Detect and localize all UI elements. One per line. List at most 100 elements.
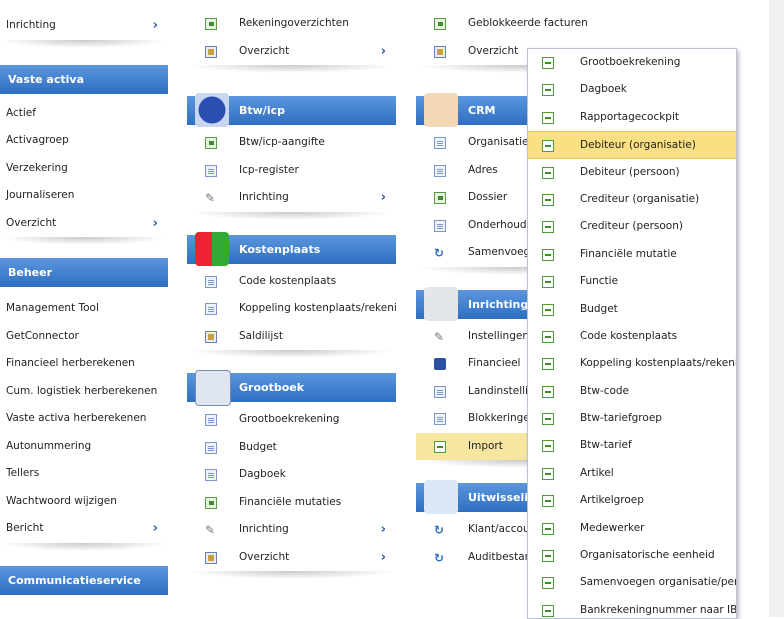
submenu-item-grootboekrekening[interactable]: Grootboekrekening [528, 49, 736, 76]
menu-item-overzicht[interactable]: Overzicht › [187, 544, 396, 572]
overview-icon [434, 45, 446, 58]
import-icon [542, 140, 554, 153]
menu-item-overzicht[interactable]: Overzicht › [0, 210, 168, 238]
import-submenu: Grootboekrekening Dagboek Rapportagecock… [527, 48, 737, 619]
submenu-item-btw-tariefgroep[interactable]: Btw-tariefgroep [528, 405, 736, 432]
menu-item-autonummering[interactable]: Autonummering [0, 433, 168, 461]
menu-item-budget[interactable]: Budget [187, 434, 396, 462]
import-icon [542, 522, 554, 535]
import-icon [542, 550, 554, 563]
section-header-communicatieservice: Communicatieservice [0, 565, 168, 595]
section-shadow [187, 65, 396, 73]
menu-item-activagroep[interactable]: Activagroep [0, 127, 168, 155]
menu-item-getconnector[interactable]: GetConnector [0, 323, 168, 351]
chevron-right-icon: › [152, 521, 158, 536]
submenu-item-artikelgroep[interactable]: Artikelgroep [528, 487, 736, 514]
chevron-right-icon: › [152, 215, 158, 231]
wrench-icon: ✎ [434, 329, 445, 344]
menu-item-financieel-herberekenen[interactable]: Financieel herberekenen [0, 350, 168, 378]
overview-icon [205, 330, 217, 343]
import-icon [542, 193, 554, 206]
menu-item-koppeling-kostenplaats[interactable]: Koppeling kostenplaats/rekening [187, 295, 396, 323]
merge-icon: ↻ [434, 246, 445, 260]
menu-item-bericht[interactable]: Bericht › [0, 515, 168, 543]
menu-item-inrichting[interactable]: ✎ Inrichting › [187, 516, 396, 544]
menu-item-vaste-activa-herberekenen[interactable]: Vaste activa herberekenen [0, 405, 168, 433]
submenu-item-financiele-mutatie[interactable]: Financiële mutatie [528, 241, 736, 268]
section-shadow [187, 571, 396, 579]
section-shadow [187, 211, 396, 220]
submenu-item-functie[interactable]: Functie [528, 268, 736, 295]
import-icon [542, 248, 554, 261]
menu-item-dagboek[interactable]: Dagboek [187, 461, 396, 489]
menu-item-saldilijst[interactable]: Saldilijst [187, 323, 396, 351]
menu-item-overzicht[interactable]: Overzicht › [187, 38, 396, 66]
submenu-item-dagboek[interactable]: Dagboek [528, 76, 736, 103]
report-icon [205, 18, 217, 30]
submenu-item-koppeling-kostenplaats[interactable]: Koppeling kostenplaats/rekening [528, 350, 736, 377]
import-icon [542, 495, 554, 508]
import-icon [542, 413, 554, 426]
menu-item-verzekering[interactable]: Verzekering [0, 155, 168, 183]
document-icon [434, 219, 446, 232]
menu-item-wachtwoord-wijzigen[interactable]: Wachtwoord wijzigen [0, 488, 168, 516]
menu-item-financiele-mutaties[interactable]: Financiële mutaties [187, 489, 396, 517]
wrench-icon: ✎ [205, 191, 216, 205]
submenu-item-medewerker[interactable]: Medewerker [528, 515, 736, 542]
section-title: Grootboek [239, 381, 305, 394]
section-shadow [0, 542, 168, 551]
section-title: Kostenplaats [239, 242, 321, 256]
menu-item-icp-register[interactable]: Icp-register [187, 157, 396, 185]
section-header-vaste-activa: Vaste activa [0, 64, 168, 94]
document-icon [205, 469, 217, 481]
import-icon [542, 111, 554, 124]
submenu-item-samenvoegen[interactable]: Samenvoegen organisatie/pers. [528, 569, 736, 596]
submenu-item-code-kostenplaats[interactable]: Code kostenplaats [528, 323, 736, 350]
menu-item-inrichting[interactable]: ✎ Inrichting › [187, 184, 396, 212]
section-shadow [0, 39, 168, 48]
submenu-item-crediteur-organisatie[interactable]: Crediteur (organisatie) [528, 186, 736, 213]
middle-column: Rekeningoverzichten Overzicht › Btw/icp B… [187, 10, 396, 579]
menu-item-management-tool[interactable]: Management Tool [0, 295, 168, 323]
submenu-item-debiteur-organisatie[interactable]: Debiteur (organisatie) [528, 131, 736, 159]
submenu-item-rapportagecockpit[interactable]: Rapportagecockpit [528, 104, 736, 131]
submenu-item-organisatorische-eenheid[interactable]: Organisatorische eenheid [528, 542, 736, 569]
submenu-item-debiteur-persoon[interactable]: Debiteur (persoon) [528, 159, 736, 186]
merge-icon: ↻ [434, 550, 445, 565]
eu-flag-icon [195, 93, 229, 127]
menu-item-geblokkeerde-facturen[interactable]: Geblokkeerde facturen [416, 10, 624, 38]
submenu-item-artikel[interactable]: Artikel [528, 460, 736, 487]
submenu-item-crediteur-persoon[interactable]: Crediteur (persoon) [528, 213, 736, 240]
left-column: Inrichting › Vaste activa Actief Activag… [0, 12, 168, 595]
section-header-btw-icp: Btw/icp [187, 93, 396, 127]
document-icon [434, 137, 446, 149]
submenu-item-budget[interactable]: Budget [528, 296, 736, 323]
submenu-item-bankrekeningnummer-iban[interactable]: Bankrekeningnummer naar IBAN [528, 597, 736, 618]
menu-item-inrichting[interactable]: Inrichting › [0, 12, 168, 40]
import-icon [542, 221, 554, 234]
handshake-icon [424, 93, 458, 127]
ledger-icon [195, 370, 231, 406]
menu-item-code-kostenplaats[interactable]: Code kostenplaats [187, 268, 396, 296]
section-shadow [187, 350, 396, 358]
import-icon [542, 440, 554, 453]
document-icon [434, 385, 446, 398]
submenu-item-btw-tarief[interactable]: Btw-tarief [528, 432, 736, 459]
submenu-item-btw-code[interactable]: Btw-code [528, 378, 736, 405]
menu-item-btw-icp-aangifte[interactable]: Btw/icp-aangifte [187, 129, 396, 157]
overview-icon [205, 45, 217, 58]
menu-item-grootboekrekening[interactable]: Grootboekrekening [187, 406, 396, 434]
document-icon [205, 164, 217, 177]
document-icon [205, 303, 217, 315]
tools-icon [424, 286, 458, 321]
import-icon [542, 385, 554, 398]
report-icon [205, 137, 217, 149]
menu-item-cum-logistiek[interactable]: Cum. logistiek herberekenen [0, 378, 168, 406]
menu-item-journaliseren[interactable]: Journaliseren [0, 182, 168, 210]
menu-item-actief[interactable]: Actief [0, 100, 168, 128]
document-icon [205, 275, 217, 288]
menu-item-tellers[interactable]: Tellers [0, 460, 168, 488]
menu-item-rekeningoverzichten[interactable]: Rekeningoverzichten [187, 10, 396, 38]
chevron-right-icon: › [380, 549, 386, 565]
import-icon [542, 57, 554, 69]
